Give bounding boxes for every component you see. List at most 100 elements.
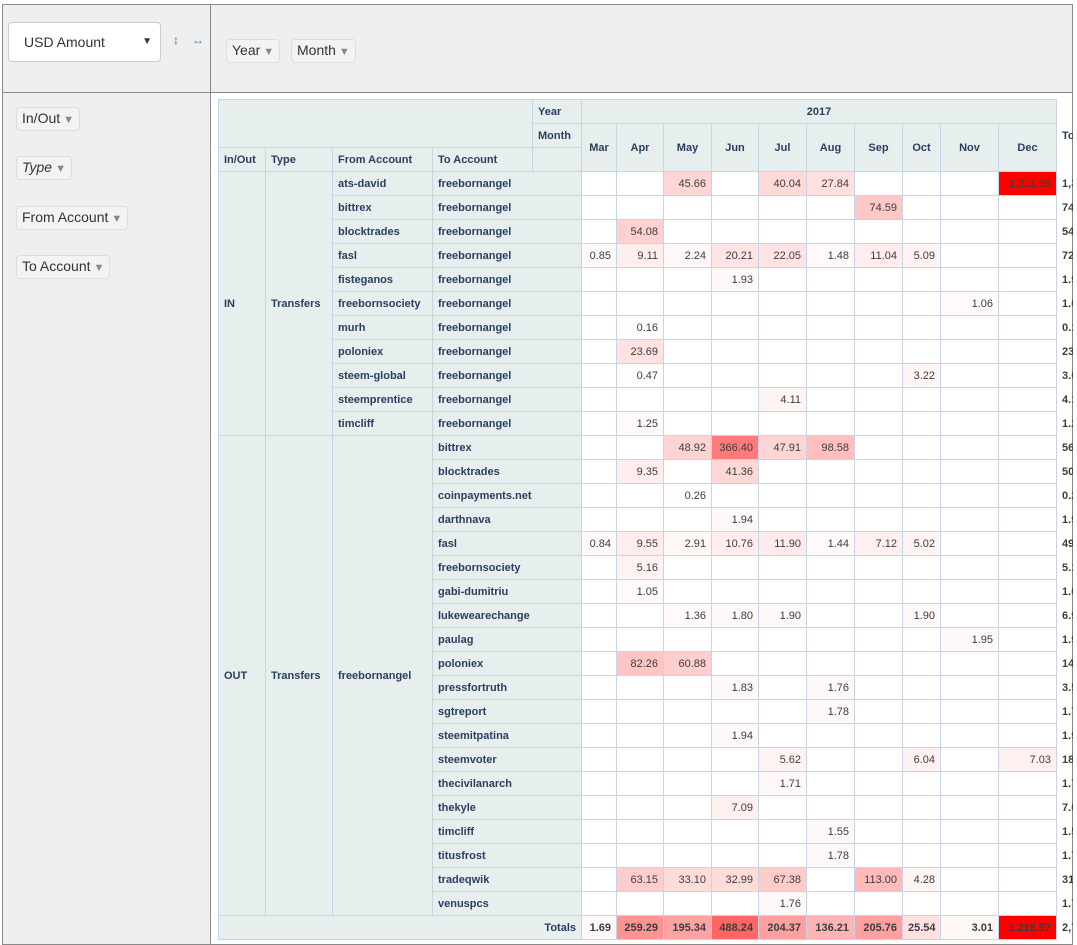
row-label-type: Transfers xyxy=(265,171,333,436)
value-cell xyxy=(902,387,941,412)
value-cell: 1.90 xyxy=(758,603,807,628)
value-cell xyxy=(806,195,855,220)
value-cell xyxy=(663,723,712,748)
value-cell: 1.93 xyxy=(711,267,759,292)
value-cell xyxy=(581,891,617,916)
value-cell xyxy=(581,435,617,460)
row-field-type[interactable]: Type ▼ xyxy=(16,156,72,180)
value-cell: 48.92 xyxy=(663,435,712,460)
row-header-blank xyxy=(532,147,582,172)
row-label-to: gabi-dumitriu xyxy=(432,579,582,604)
row-header-type: Type xyxy=(265,147,333,172)
value-cell: 1.90 xyxy=(902,603,941,628)
value-cell xyxy=(663,555,712,580)
filter-triangle-icon[interactable]: ▼ xyxy=(55,163,66,175)
value-cell: 1,211.95 xyxy=(997,171,1058,196)
table-row: poloniexfreebornangel23.6923.69 xyxy=(219,339,1073,364)
row-field-from-account[interactable]: From Account ▼ xyxy=(16,206,129,230)
value-cell: 1.76 xyxy=(758,891,807,916)
value-cell xyxy=(581,387,617,412)
row-order-sort-icon[interactable]: ↕ xyxy=(173,33,179,47)
row-label-to: steemitpatina xyxy=(432,723,582,748)
row-field-inout-label: In/Out xyxy=(22,110,61,126)
filter-triangle-icon[interactable]: ▼ xyxy=(339,46,350,58)
value-cell: 54.08 xyxy=(616,219,664,244)
value-cell xyxy=(854,603,903,628)
value-cell xyxy=(758,507,807,532)
value-cell: 9.11 xyxy=(616,243,664,268)
value-cell xyxy=(581,459,617,484)
row-label-type: Transfers xyxy=(265,435,333,916)
row-label-to: lukewearechange xyxy=(432,603,582,628)
filter-triangle-icon[interactable]: ▼ xyxy=(63,114,74,126)
value-cell xyxy=(997,531,1058,556)
col-field-month[interactable]: Month ▼ xyxy=(291,39,356,63)
value-cell xyxy=(581,747,617,772)
value-cell xyxy=(663,771,712,796)
value-cell xyxy=(902,555,941,580)
value-cell: 41.36 xyxy=(711,459,759,484)
filter-triangle-icon[interactable]: ▼ xyxy=(94,262,105,274)
value-cell xyxy=(854,723,903,748)
col-total-cell: 204.37 xyxy=(758,915,807,940)
value-cell xyxy=(581,483,617,508)
table-row: OUT Transfers freebornangel bittrex 48.92 366… xyxy=(218,435,1073,916)
value-cell xyxy=(854,435,903,460)
value-cell xyxy=(940,603,999,628)
col-total-cell: 1,218.97 xyxy=(997,915,1058,940)
value-cell xyxy=(758,819,807,844)
value-cell xyxy=(940,195,999,220)
value-cell xyxy=(711,555,759,580)
value-cell: 7.09 xyxy=(711,795,759,820)
value-cell xyxy=(854,675,903,700)
filter-triangle-icon[interactable]: ▼ xyxy=(111,213,122,225)
value-cell xyxy=(806,795,855,820)
value-cell xyxy=(940,579,999,604)
table-row: fisteganosfreebornangel1.931.93 xyxy=(219,267,1073,292)
row-label-to: timcliff xyxy=(432,819,582,844)
year-axis-label: Year xyxy=(532,99,582,124)
value-cell xyxy=(663,267,712,292)
row-label-to: thecivilanarch xyxy=(432,771,582,796)
value-cell xyxy=(711,627,759,652)
value-cell xyxy=(854,291,903,316)
row-field-inout[interactable]: In/Out ▼ xyxy=(16,107,81,131)
value-cell xyxy=(902,411,941,436)
value-cell: 1.76 xyxy=(806,675,855,700)
filter-triangle-icon[interactable]: ▼ xyxy=(263,46,274,58)
row-label-to: titusfrost xyxy=(432,843,582,868)
value-cell xyxy=(616,627,664,652)
value-cell xyxy=(940,867,999,892)
col-totals-label: Totals xyxy=(218,915,582,940)
value-cell xyxy=(997,555,1058,580)
value-cell xyxy=(581,363,617,388)
col-order-sort-icon[interactable]: ↔ xyxy=(192,33,204,47)
value-cell xyxy=(902,699,941,724)
col-total-cell: 136.21 xyxy=(806,915,855,940)
value-cell xyxy=(711,771,759,796)
value-cell xyxy=(758,363,807,388)
value-cell: 40.04 xyxy=(758,171,807,196)
value-cell xyxy=(997,411,1058,436)
row-label-to: paulag xyxy=(432,627,582,652)
col-field-year[interactable]: Year ▼ xyxy=(226,39,281,63)
value-cell xyxy=(806,555,855,580)
value-cell xyxy=(758,459,807,484)
month-header: May xyxy=(663,123,712,172)
value-cell xyxy=(902,291,941,316)
value-cell xyxy=(902,891,941,916)
value-cell xyxy=(997,651,1058,676)
value-cell xyxy=(616,795,664,820)
value-cell xyxy=(711,387,759,412)
row-field-to-account[interactable]: To Account ▼ xyxy=(16,255,111,279)
aggregator-select[interactable]: USD Amount ▼ xyxy=(8,22,161,62)
value-cell xyxy=(997,723,1058,748)
value-cell xyxy=(997,819,1058,844)
year-header: 2017 xyxy=(580,99,1058,124)
value-cell: 0.26 xyxy=(663,483,712,508)
col-total-cell: 25.54 xyxy=(902,915,941,940)
row-label-to: sgtreport xyxy=(432,699,582,724)
value-cell: 1.83 xyxy=(711,675,759,700)
value-cell xyxy=(711,363,759,388)
value-cell xyxy=(616,483,664,508)
